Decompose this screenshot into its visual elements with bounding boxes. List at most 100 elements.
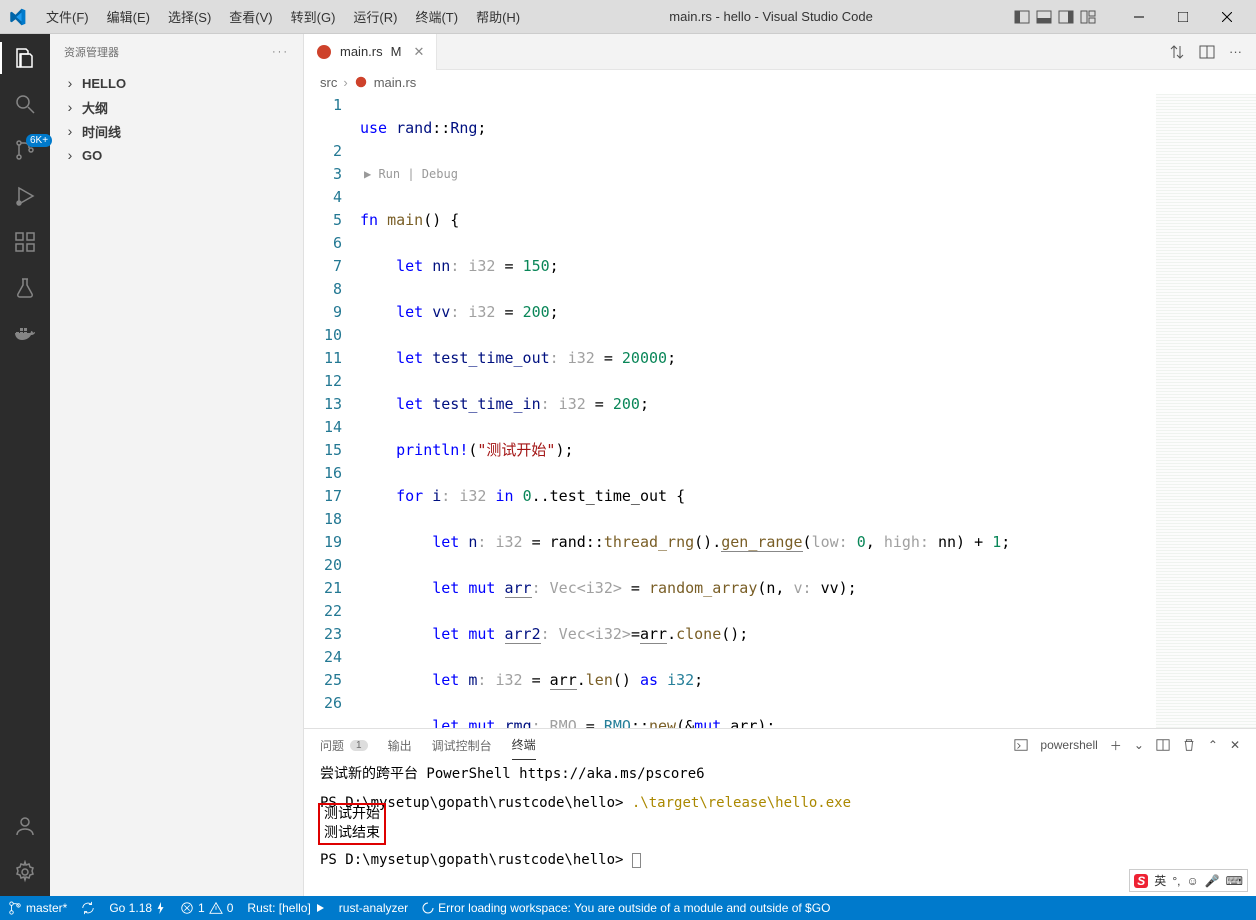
ime-mic-icon[interactable]: 🎤 [1205,874,1220,888]
terminal-close-icon[interactable]: ✕ [1230,738,1240,752]
git-branch-icon [8,901,22,915]
sb-analyzer[interactable]: rust-analyzer [339,901,408,915]
sidebar-tree: ›HELLO ›大纲 ›时间线 ›GO [50,69,303,169]
menu-goto[interactable]: 转到(G) [283,3,344,30]
extensions-icon[interactable] [11,228,39,256]
layout-custom-icon[interactable] [1080,9,1096,25]
sidebar-item-timeline[interactable]: ›时间线 [50,119,303,143]
ime-keyboard-icon[interactable]: ⌨ [1226,874,1243,888]
menu-view[interactable]: 查看(V) [221,3,280,30]
rust-file-icon [354,75,368,89]
editor-more-icon[interactable]: ··· [1229,44,1242,60]
explorer-icon[interactable] [11,44,39,72]
code-content[interactable]: use rand::Rng; ▶ Run | Debug fn main() {… [360,94,1156,728]
terminal-line: PS D:\mysetup\gopath\rustcode\hello> .\t… [320,794,1240,813]
layout-left-icon[interactable] [1014,9,1030,25]
ime-punct-icon[interactable]: °, [1172,874,1180,888]
sidebar-header: 资源管理器 ··· [50,34,303,69]
terminal-maximize-icon[interactable]: ⌃ [1208,738,1218,752]
panel-tab-problems[interactable]: 问题1 [320,737,368,754]
sidebar-title: 资源管理器 [64,44,119,60]
menu-select[interactable]: 选择(S) [160,3,219,30]
menu-file[interactable]: 文件(F) [38,3,97,30]
search-icon[interactable] [11,90,39,118]
statusbar: master* Go 1.18 1 0 Rust: [hello] rust-a… [0,896,1256,920]
chevron-right-icon: › [64,123,76,139]
menu-help[interactable]: 帮助(H) [468,3,528,30]
breadcrumb-file[interactable]: main.rs [374,75,417,90]
window-title: main.rs - hello - Visual Studio Code [528,9,1014,24]
editor-tabs: main.rs M ✕ ··· [304,34,1256,70]
sb-branch[interactable]: master* [8,901,67,915]
minimize-button[interactable] [1122,4,1156,30]
scm-badge: 6K+ [26,134,52,147]
sidebar-item-hello[interactable]: ›HELLO [50,71,303,95]
close-button[interactable] [1210,4,1244,30]
split-editor-icon[interactable] [1199,44,1215,60]
sb-sync[interactable] [81,901,95,915]
chevron-right-icon: › [64,75,76,91]
loading-icon [422,902,434,914]
panel-tab-debug[interactable]: 调试控制台 [432,737,492,754]
maximize-button[interactable] [1166,4,1200,30]
breadcrumbs[interactable]: src › main.rs [304,70,1256,94]
warning-icon [209,901,223,915]
sidebar-item-outline[interactable]: ›大纲 [50,95,303,119]
ime-tray[interactable]: S 英 °, ☺ 🎤 ⌨ [1129,869,1248,892]
panel-tab-output[interactable]: 输出 [388,737,412,754]
run-debug-icon[interactable] [11,182,39,210]
terminal-line: PS D:\mysetup\gopath\rustcode\hello> [320,851,1240,870]
terminal-body[interactable]: 尝试新的跨平台 PowerShell https://aka.ms/pscore… [304,761,1256,896]
menu-edit[interactable]: 编辑(E) [99,3,158,30]
menu-bar: 文件(F) 编辑(E) 选择(S) 查看(V) 转到(G) 运行(R) 终端(T… [38,3,528,30]
terminal-shell-label[interactable]: powershell [1040,738,1097,752]
ime-lang[interactable]: 英 [1154,872,1166,889]
docker-icon[interactable] [11,320,39,348]
layout-right-icon[interactable] [1058,9,1074,25]
bolt-icon [156,902,166,914]
accounts-icon[interactable] [11,812,39,840]
code-editor[interactable]: 1 23456789101112131415161718192021222324… [304,94,1256,728]
settings-icon[interactable] [11,858,39,886]
terminal-panel: 问题1 输出 调试控制台 终端 powershell ＋ ⌄ ⌃ ✕ 尝试新的跨… [304,728,1256,896]
sb-error-msg[interactable]: Error loading workspace: You are outside… [422,901,830,915]
chevron-right-icon: › [64,147,76,163]
sidebar-more-icon[interactable]: ··· [272,46,289,58]
line-numbers: 1 23456789101112131415161718192021222324… [304,94,360,728]
sb-rust[interactable]: Rust: [hello] [247,901,324,915]
sidebar-item-go[interactable]: ›GO [50,143,303,167]
vscode-icon [8,8,26,26]
panel-tabs: 问题1 输出 调试控制台 终端 powershell ＋ ⌄ ⌃ ✕ [304,729,1256,761]
terminal-line: 尝试新的跨平台 PowerShell https://aka.ms/pscore… [320,765,1240,784]
panel-tab-terminal[interactable]: 终端 [512,736,536,760]
terminal-add-icon[interactable]: ＋ [1110,737,1122,754]
problems-count: 1 [350,740,368,751]
chevron-right-icon: › [64,99,76,115]
titlebar: 文件(F) 编辑(E) 选择(S) 查看(V) 转到(G) 运行(R) 终端(T… [0,0,1256,34]
terminal-dropdown-icon[interactable]: ⌄ [1134,738,1144,752]
tab-modified-indicator: M [391,44,402,59]
menu-run[interactable]: 运行(R) [345,3,405,30]
terminal-trash-icon[interactable] [1182,738,1196,752]
tab-close-icon[interactable]: ✕ [413,44,424,60]
sb-problems[interactable]: 1 0 [180,901,233,915]
rust-file-icon [316,44,332,60]
breadcrumb-src[interactable]: src [320,75,337,90]
chevron-right-icon: › [343,75,347,90]
sync-icon [81,901,95,915]
terminal-output-highlight: 测试开始 测试结束 [318,803,386,845]
ime-emoji-icon[interactable]: ☺ [1186,874,1198,888]
sb-go-version[interactable]: Go 1.18 [109,901,166,915]
minimap[interactable] [1156,94,1256,728]
sidebar: 资源管理器 ··· ›HELLO ›大纲 ›时间线 ›GO [50,34,304,896]
compare-icon[interactable] [1169,44,1185,60]
layout-bottom-icon[interactable] [1036,9,1052,25]
terminal-split-icon[interactable] [1156,738,1170,752]
activity-bar: 6K+ [0,34,50,896]
tab-main-rs[interactable]: main.rs M ✕ [304,34,437,70]
terminal-cursor [632,853,641,868]
menu-terminal[interactable]: 终端(T) [407,3,466,30]
codelens[interactable]: ▶ Run | Debug [360,163,1156,186]
terminal-shell-icon [1014,738,1028,752]
testing-icon[interactable] [11,274,39,302]
